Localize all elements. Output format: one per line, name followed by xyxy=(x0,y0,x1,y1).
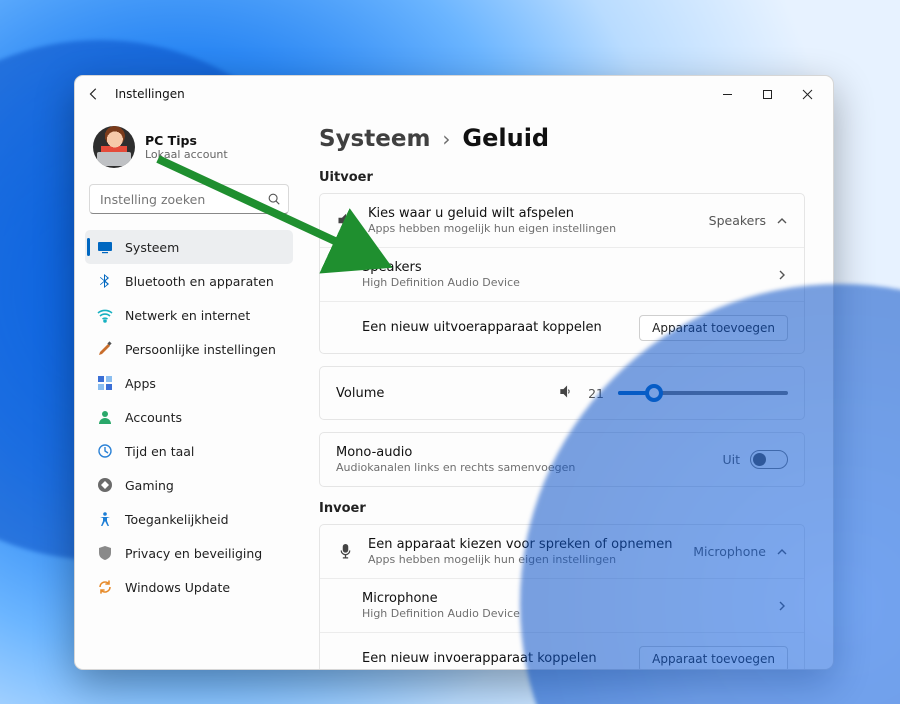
minimize-button[interactable] xyxy=(707,78,747,110)
chevron-up-icon xyxy=(776,546,788,558)
volume-card: Volume 21 xyxy=(319,366,805,420)
output-heading: Uitvoer xyxy=(319,170,805,185)
sidebar-item-label: Privacy en beveiliging xyxy=(125,546,262,561)
mono-row: Mono-audio Audiokanalen links en rechts … xyxy=(320,433,804,486)
sidebar-item-personalization[interactable]: Persoonlijke instellingen xyxy=(85,332,293,366)
breadcrumb: Systeem › Geluid xyxy=(319,118,805,166)
time-icon xyxy=(97,443,113,459)
add-input-device-button[interactable]: Apparaat toevoegen xyxy=(639,646,788,670)
add-output-device-button[interactable]: Apparaat toevoegen xyxy=(639,315,788,341)
settings-window: Instellingen PC Tips Lokaal account xyxy=(74,75,834,670)
input-add-row: Een nieuw invoerapparaat koppelen Appara… xyxy=(320,632,804,669)
nav: Systeem Bluetooth en apparaten Netwerk e… xyxy=(85,230,293,604)
input-choose-row[interactable]: Een apparaat kiezen voor spreken of opne… xyxy=(320,525,804,578)
close-button[interactable] xyxy=(787,78,827,110)
input-choose-value: Microphone xyxy=(693,544,766,559)
chevron-right-icon xyxy=(776,269,788,281)
sidebar-item-time[interactable]: Tijd en taal xyxy=(85,434,293,468)
sidebar-item-system[interactable]: Systeem xyxy=(85,230,293,264)
sidebar-item-label: Apps xyxy=(125,376,156,391)
mono-state: Uit xyxy=(722,452,740,467)
chevron-right-icon: › xyxy=(442,127,450,151)
sidebar-item-label: Accounts xyxy=(125,410,182,425)
output-add-title: Een nieuw uitvoerapparaat koppelen xyxy=(362,320,625,335)
output-choose-row[interactable]: Kies waar u geluid wilt afspelen Apps he… xyxy=(320,194,804,247)
output-device-title: Speakers xyxy=(362,260,762,275)
output-card: Kies waar u geluid wilt afspelen Apps he… xyxy=(319,193,805,354)
sidebar-item-accounts[interactable]: Accounts xyxy=(85,400,293,434)
output-choose-title: Kies waar u geluid wilt afspelen xyxy=(368,206,695,221)
sidebar-item-label: Gaming xyxy=(125,478,174,493)
back-button[interactable] xyxy=(87,87,101,101)
mono-toggle[interactable] xyxy=(750,450,788,469)
breadcrumb-level1[interactable]: Systeem xyxy=(319,126,430,152)
input-heading: Invoer xyxy=(319,501,805,516)
privacy-icon xyxy=(97,545,113,561)
volume-icon[interactable] xyxy=(559,384,574,402)
avatar xyxy=(93,126,135,168)
sidebar-item-network[interactable]: Netwerk en internet xyxy=(85,298,293,332)
sidebar-item-label: Systeem xyxy=(125,240,179,255)
bluetooth-icon xyxy=(97,273,113,289)
speaker-icon xyxy=(336,212,354,229)
chevron-right-icon xyxy=(776,600,788,612)
sidebar-item-label: Tijd en taal xyxy=(125,444,194,459)
output-device-subtitle: High Definition Audio Device xyxy=(362,276,762,289)
system-icon xyxy=(97,239,113,255)
sidebar-item-update[interactable]: Windows Update xyxy=(85,570,293,604)
input-device-subtitle: High Definition Audio Device xyxy=(362,607,762,620)
input-choose-subtitle: Apps hebben mogelijk hun eigen instellin… xyxy=(368,553,679,566)
mono-title: Mono-audio xyxy=(336,445,708,460)
mono-subtitle: Audiokanalen links en rechts samenvoegen xyxy=(336,461,708,474)
output-choose-subtitle: Apps hebben mogelijk hun eigen instellin… xyxy=(368,222,695,235)
volume-value: 21 xyxy=(588,386,604,401)
update-icon xyxy=(97,579,113,595)
gaming-icon xyxy=(97,477,113,493)
output-device-row[interactable]: Speakers High Definition Audio Device xyxy=(320,247,804,301)
mono-card: Mono-audio Audiokanalen links en rechts … xyxy=(319,432,805,487)
search-input[interactable] xyxy=(89,184,289,214)
maximize-button[interactable] xyxy=(747,78,787,110)
input-device-row[interactable]: Microphone High Definition Audio Device xyxy=(320,578,804,632)
sidebar-item-privacy[interactable]: Privacy en beveiliging xyxy=(85,536,293,570)
output-add-row: Een nieuw uitvoerapparaat koppelen Appar… xyxy=(320,301,804,353)
volume-slider[interactable] xyxy=(618,385,788,401)
search-box[interactable] xyxy=(89,184,289,214)
slider-thumb[interactable] xyxy=(645,384,663,402)
volume-row: Volume 21 xyxy=(320,367,804,419)
sidebar-item-bluetooth[interactable]: Bluetooth en apparaten xyxy=(85,264,293,298)
profile-account: Lokaal account xyxy=(145,148,228,161)
sidebar-item-label: Toegankelijkheid xyxy=(125,512,229,527)
sidebar-item-label: Persoonlijke instellingen xyxy=(125,342,276,357)
sidebar-item-label: Windows Update xyxy=(125,580,230,595)
profile-name: PC Tips xyxy=(145,133,228,148)
microphone-icon xyxy=(336,543,354,560)
content: Systeem › Geluid Uitvoer Kies waar u gel… xyxy=(303,112,833,669)
profile[interactable]: PC Tips Lokaal account xyxy=(85,120,293,174)
volume-title: Volume xyxy=(336,386,545,401)
sidebar: PC Tips Lokaal account Systeem Bluetooth… xyxy=(75,112,303,669)
network-icon xyxy=(97,307,113,323)
breadcrumb-level2: Geluid xyxy=(462,124,549,152)
accounts-icon xyxy=(97,409,113,425)
sidebar-item-gaming[interactable]: Gaming xyxy=(85,468,293,502)
brush-icon xyxy=(97,341,113,357)
output-choose-value: Speakers xyxy=(709,213,766,228)
sidebar-item-accessibility[interactable]: Toegankelijkheid xyxy=(85,502,293,536)
input-device-title: Microphone xyxy=(362,591,762,606)
sidebar-item-label: Bluetooth en apparaten xyxy=(125,274,274,289)
input-add-title: Een nieuw invoerapparaat koppelen xyxy=(362,651,625,666)
accessibility-icon xyxy=(97,511,113,527)
apps-icon xyxy=(97,375,113,391)
input-choose-title: Een apparaat kiezen voor spreken of opne… xyxy=(368,537,679,552)
input-card: Een apparaat kiezen voor spreken of opne… xyxy=(319,524,805,669)
titlebar: Instellingen xyxy=(75,76,833,112)
app-title: Instellingen xyxy=(115,87,185,101)
chevron-up-icon xyxy=(776,215,788,227)
sidebar-item-apps[interactable]: Apps xyxy=(85,366,293,400)
sidebar-item-label: Netwerk en internet xyxy=(125,308,250,323)
